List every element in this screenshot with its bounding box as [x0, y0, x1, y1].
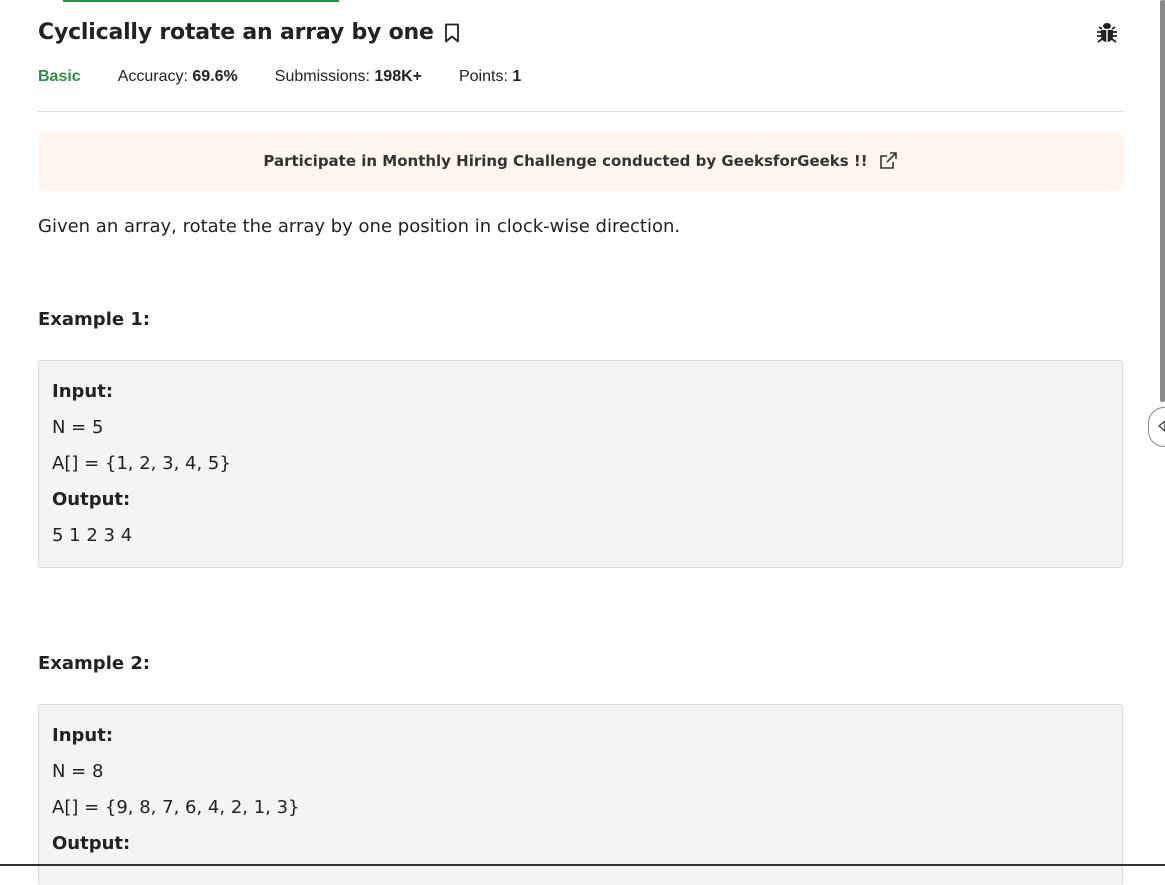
banner-text: Participate in Monthly Hiring Challenge … — [263, 152, 868, 170]
example-2-output-label: Output: — [52, 833, 131, 854]
example-2-box: Input: N = 8 A[] = {9, 8, 7, 6, 4, 2, 1,… — [38, 704, 1123, 885]
example-1-output-value: 5 1 2 3 4 — [52, 525, 133, 546]
example-1-heading: Example 1: — [38, 309, 151, 330]
accuracy-value: 69.6% — [192, 68, 238, 85]
panel-toggle-button[interactable] — [1148, 407, 1165, 447]
problem-header: Cyclically rotate an array by one — [38, 20, 460, 45]
example-2-heading: Example 2: — [38, 653, 151, 674]
points-label: Points: — [458, 68, 508, 85]
submissions-stat: Submissions: 198K+ — [275, 68, 422, 86]
problem-description: Given an array, rotate the array by one … — [38, 216, 681, 237]
example-1-input-line: N = 5 — [52, 417, 104, 438]
difficulty-badge: Basic — [38, 68, 81, 85]
external-link-icon — [878, 151, 898, 171]
example-2-input-line: N = 8 — [52, 761, 104, 782]
submissions-label: Submissions: — [274, 68, 370, 85]
hiring-challenge-banner[interactable]: Participate in Monthly Hiring Challenge … — [38, 131, 1123, 191]
accuracy-stat: Accuracy: 69.6% — [118, 68, 238, 86]
example-1-input-line: A[] = {1, 2, 3, 4, 5} — [52, 453, 231, 474]
problem-title: Cyclically rotate an array by one — [38, 20, 434, 45]
example-1-output-label: Output: — [52, 489, 131, 510]
bug-icon[interactable] — [1096, 21, 1118, 45]
active-tab-indicator — [63, 0, 339, 2]
header-divider — [38, 111, 1123, 112]
accuracy-label: Accuracy: — [117, 68, 188, 85]
example-2-input-label: Input: — [52, 725, 114, 746]
points-value: 1 — [512, 68, 522, 85]
bookmark-icon[interactable] — [444, 23, 460, 43]
example-1-box: Input: N = 5 A[] = {1, 2, 3, 4, 5} Outpu… — [38, 360, 1123, 568]
example-2-input-line: A[] = {9, 8, 7, 6, 4, 2, 1, 3} — [52, 797, 300, 818]
points-stat: Points: 1 — [459, 68, 521, 86]
scrollbar-thumb[interactable] — [1160, 0, 1165, 402]
submissions-value: 198K+ — [374, 68, 422, 85]
example-1-input-label: Input: — [52, 381, 114, 402]
chevron-left-icon — [1158, 420, 1165, 432]
problem-meta: Basic Accuracy: 69.6% Submissions: 198K+… — [38, 68, 558, 86]
